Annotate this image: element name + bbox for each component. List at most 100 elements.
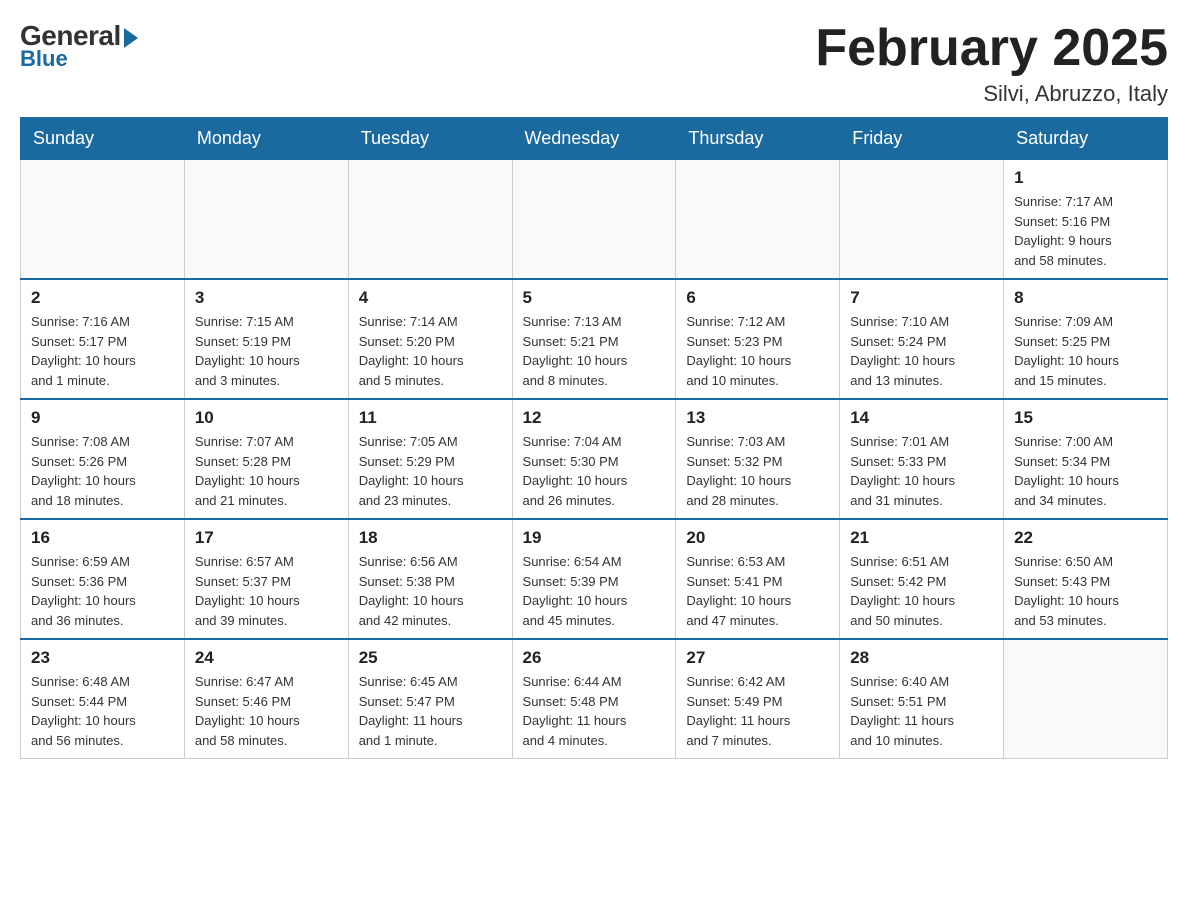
day-number: 13 xyxy=(686,408,829,428)
day-number: 16 xyxy=(31,528,174,548)
day-number: 1 xyxy=(1014,168,1157,188)
day-info: Sunrise: 7:00 AMSunset: 5:34 PMDaylight:… xyxy=(1014,432,1157,510)
calendar-day-cell: 5 Sunrise: 7:13 AMSunset: 5:21 PMDaylight… xyxy=(512,279,676,399)
calendar-day-cell: 12 Sunrise: 7:04 AMSunset: 5:30 PMDayligh… xyxy=(512,399,676,519)
logo-arrow-icon xyxy=(124,28,138,48)
calendar-day-cell: 6 Sunrise: 7:12 AMSunset: 5:23 PMDaylight… xyxy=(676,279,840,399)
calendar-header-row: SundayMondayTuesdayWednesdayThursdayFrid… xyxy=(21,118,1168,160)
weekday-header-sunday: Sunday xyxy=(21,118,185,160)
day-info: Sunrise: 6:53 AMSunset: 5:41 PMDaylight:… xyxy=(686,552,829,630)
day-number: 2 xyxy=(31,288,174,308)
weekday-header-friday: Friday xyxy=(840,118,1004,160)
day-info: Sunrise: 7:09 AMSunset: 5:25 PMDaylight:… xyxy=(1014,312,1157,390)
calendar-day-cell xyxy=(348,160,512,280)
day-info: Sunrise: 7:05 AMSunset: 5:29 PMDaylight:… xyxy=(359,432,502,510)
day-info: Sunrise: 7:14 AMSunset: 5:20 PMDaylight:… xyxy=(359,312,502,390)
day-number: 19 xyxy=(523,528,666,548)
calendar-day-cell: 7Sunrise: 7:10 AMSunset: 5:24 PMDaylight… xyxy=(840,279,1004,399)
day-info: Sunrise: 6:44 AMSunset: 5:48 PMDaylight:… xyxy=(523,672,666,750)
calendar-day-cell: 17 Sunrise: 6:57 AMSunset: 5:37 PMDayligh… xyxy=(184,519,348,639)
weekday-header-thursday: Thursday xyxy=(676,118,840,160)
calendar-day-cell: 21 Sunrise: 6:51 AMSunset: 5:42 PMDayligh… xyxy=(840,519,1004,639)
calendar-day-cell: 3 Sunrise: 7:15 AMSunset: 5:19 PMDaylight… xyxy=(184,279,348,399)
day-number: 10 xyxy=(195,408,338,428)
day-info: Sunrise: 6:54 AMSunset: 5:39 PMDaylight:… xyxy=(523,552,666,630)
day-info: Sunrise: 7:17 AMSunset: 5:16 PMDaylight:… xyxy=(1014,192,1157,270)
day-info: Sunrise: 7:08 AMSunset: 5:26 PMDaylight:… xyxy=(31,432,174,510)
calendar-day-cell: 14Sunrise: 7:01 AMSunset: 5:33 PMDayligh… xyxy=(840,399,1004,519)
calendar-week-row: 16 Sunrise: 6:59 AMSunset: 5:36 PMDayligh… xyxy=(21,519,1168,639)
calendar-week-row: 23Sunrise: 6:48 AMSunset: 5:44 PMDayligh… xyxy=(21,639,1168,759)
calendar-day-cell: 9 Sunrise: 7:08 AMSunset: 5:26 PMDaylight… xyxy=(21,399,185,519)
calendar-day-cell: 28 Sunrise: 6:40 AMSunset: 5:51 PMDayligh… xyxy=(840,639,1004,759)
day-number: 5 xyxy=(523,288,666,308)
weekday-header-monday: Monday xyxy=(184,118,348,160)
day-number: 25 xyxy=(359,648,502,668)
day-number: 14 xyxy=(850,408,993,428)
day-number: 6 xyxy=(686,288,829,308)
calendar-day-cell: 11 Sunrise: 7:05 AMSunset: 5:29 PMDayligh… xyxy=(348,399,512,519)
calendar-day-cell xyxy=(676,160,840,280)
logo: General Blue xyxy=(20,20,138,72)
day-number: 12 xyxy=(523,408,666,428)
day-info: Sunrise: 6:50 AMSunset: 5:43 PMDaylight:… xyxy=(1014,552,1157,630)
calendar-day-cell: 22 Sunrise: 6:50 AMSunset: 5:43 PMDayligh… xyxy=(1004,519,1168,639)
page-header: General Blue February 2025 Silvi, Abruzz… xyxy=(20,20,1168,107)
calendar-day-cell: 4 Sunrise: 7:14 AMSunset: 5:20 PMDaylight… xyxy=(348,279,512,399)
calendar-day-cell: 20 Sunrise: 6:53 AMSunset: 5:41 PMDayligh… xyxy=(676,519,840,639)
day-number: 4 xyxy=(359,288,502,308)
day-number: 9 xyxy=(31,408,174,428)
day-info: Sunrise: 7:04 AMSunset: 5:30 PMDaylight:… xyxy=(523,432,666,510)
day-info: Sunrise: 7:13 AMSunset: 5:21 PMDaylight:… xyxy=(523,312,666,390)
day-info: Sunrise: 6:59 AMSunset: 5:36 PMDaylight:… xyxy=(31,552,174,630)
calendar-day-cell: 19 Sunrise: 6:54 AMSunset: 5:39 PMDayligh… xyxy=(512,519,676,639)
day-info: Sunrise: 6:47 AMSunset: 5:46 PMDaylight:… xyxy=(195,672,338,750)
calendar-day-cell: 16 Sunrise: 6:59 AMSunset: 5:36 PMDayligh… xyxy=(21,519,185,639)
day-number: 20 xyxy=(686,528,829,548)
weekday-header-saturday: Saturday xyxy=(1004,118,1168,160)
calendar-day-cell: 25 Sunrise: 6:45 AMSunset: 5:47 PMDayligh… xyxy=(348,639,512,759)
calendar-week-row: 2 Sunrise: 7:16 AMSunset: 5:17 PMDaylight… xyxy=(21,279,1168,399)
day-number: 3 xyxy=(195,288,338,308)
calendar-table: SundayMondayTuesdayWednesdayThursdayFrid… xyxy=(20,117,1168,759)
day-info: Sunrise: 7:16 AMSunset: 5:17 PMDaylight:… xyxy=(31,312,174,390)
calendar-day-cell: 2 Sunrise: 7:16 AMSunset: 5:17 PMDaylight… xyxy=(21,279,185,399)
calendar-day-cell: 15 Sunrise: 7:00 AMSunset: 5:34 PMDayligh… xyxy=(1004,399,1168,519)
calendar-subtitle: Silvi, Abruzzo, Italy xyxy=(815,81,1168,107)
day-info: Sunrise: 7:07 AMSunset: 5:28 PMDaylight:… xyxy=(195,432,338,510)
day-info: Sunrise: 6:57 AMSunset: 5:37 PMDaylight:… xyxy=(195,552,338,630)
weekday-header-tuesday: Tuesday xyxy=(348,118,512,160)
day-number: 28 xyxy=(850,648,993,668)
day-number: 26 xyxy=(523,648,666,668)
day-info: Sunrise: 7:10 AMSunset: 5:24 PMDaylight:… xyxy=(850,312,993,390)
calendar-day-cell: 10 Sunrise: 7:07 AMSunset: 5:28 PMDayligh… xyxy=(184,399,348,519)
calendar-day-cell: 8Sunrise: 7:09 AMSunset: 5:25 PMDaylight… xyxy=(1004,279,1168,399)
calendar-week-row: 9 Sunrise: 7:08 AMSunset: 5:26 PMDaylight… xyxy=(21,399,1168,519)
calendar-week-row: 1 Sunrise: 7:17 AMSunset: 5:16 PMDaylight… xyxy=(21,160,1168,280)
calendar-day-cell: 26 Sunrise: 6:44 AMSunset: 5:48 PMDayligh… xyxy=(512,639,676,759)
day-info: Sunrise: 6:40 AMSunset: 5:51 PMDaylight:… xyxy=(850,672,993,750)
day-number: 21 xyxy=(850,528,993,548)
title-block: February 2025 Silvi, Abruzzo, Italy xyxy=(815,20,1168,107)
day-number: 23 xyxy=(31,648,174,668)
day-number: 15 xyxy=(1014,408,1157,428)
day-number: 18 xyxy=(359,528,502,548)
calendar-day-cell xyxy=(184,160,348,280)
day-number: 11 xyxy=(359,408,502,428)
calendar-day-cell: 13Sunrise: 7:03 AMSunset: 5:32 PMDayligh… xyxy=(676,399,840,519)
calendar-day-cell xyxy=(21,160,185,280)
day-info: Sunrise: 7:15 AMSunset: 5:19 PMDaylight:… xyxy=(195,312,338,390)
calendar-day-cell: 24 Sunrise: 6:47 AMSunset: 5:46 PMDayligh… xyxy=(184,639,348,759)
calendar-day-cell: 1 Sunrise: 7:17 AMSunset: 5:16 PMDaylight… xyxy=(1004,160,1168,280)
weekday-header-wednesday: Wednesday xyxy=(512,118,676,160)
logo-blue-text: Blue xyxy=(20,46,68,72)
day-number: 17 xyxy=(195,528,338,548)
calendar-day-cell xyxy=(1004,639,1168,759)
calendar-day-cell: 18Sunrise: 6:56 AMSunset: 5:38 PMDayligh… xyxy=(348,519,512,639)
day-info: Sunrise: 6:51 AMSunset: 5:42 PMDaylight:… xyxy=(850,552,993,630)
day-info: Sunrise: 6:45 AMSunset: 5:47 PMDaylight:… xyxy=(359,672,502,750)
day-number: 22 xyxy=(1014,528,1157,548)
day-number: 24 xyxy=(195,648,338,668)
day-info: Sunrise: 6:42 AMSunset: 5:49 PMDaylight:… xyxy=(686,672,829,750)
day-info: Sunrise: 7:12 AMSunset: 5:23 PMDaylight:… xyxy=(686,312,829,390)
